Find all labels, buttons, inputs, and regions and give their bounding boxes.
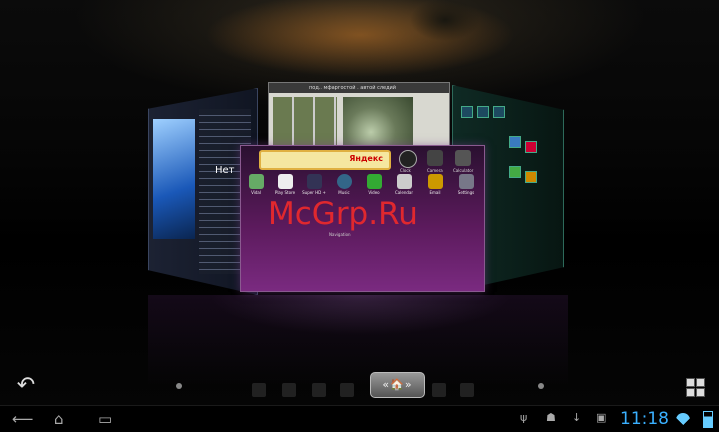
app-video[interactable]: Video: [361, 174, 387, 195]
email-icon: [427, 174, 443, 189]
clock-icon[interactable]: [399, 150, 417, 168]
floor-glow: [210, 295, 510, 385]
page-indicator-dot[interactable]: [538, 383, 544, 389]
dock-item[interactable]: [460, 383, 474, 397]
home-screen-button[interactable]: «🏠»: [370, 372, 425, 398]
app-icon: [525, 171, 537, 183]
app-label: Music: [338, 190, 350, 195]
app-label: Super HD +: [302, 190, 326, 195]
screen-grid-icon[interactable]: [684, 376, 706, 398]
camera-icon[interactable]: [427, 150, 443, 166]
dock-item[interactable]: [312, 383, 326, 397]
folder-label: Navigation: [329, 232, 351, 237]
app-settings[interactable]: Settings: [453, 174, 479, 195]
status-clock: 11:18: [620, 409, 669, 429]
video-player-icon: [306, 174, 322, 189]
app-email[interactable]: Email: [422, 174, 448, 195]
play-store-icon: [277, 174, 293, 189]
page-indicator-dot[interactable]: [176, 383, 182, 389]
battery-app-icon: [248, 174, 264, 189]
calendar-icon: [396, 174, 412, 189]
wallpaper-tree: [385, 0, 495, 60]
recent-apps-icon[interactable]: ▭: [98, 406, 112, 432]
home-outline-icon[interactable]: ⌂: [54, 406, 64, 432]
clock-label: Clock: [400, 168, 411, 173]
watermark-text: McGrp.Ru: [268, 196, 418, 232]
app-vidal[interactable]: Vidal: [243, 174, 269, 195]
grid-cell: [686, 378, 695, 387]
dock-item[interactable]: [340, 383, 354, 397]
app-calendar[interactable]: Calendar: [391, 174, 417, 195]
app-icon: [477, 106, 489, 118]
app-play-store[interactable]: Play Store: [272, 174, 298, 195]
video-icon: [366, 174, 382, 189]
app-label: Video: [368, 190, 380, 195]
app-label: Play Store: [274, 190, 296, 195]
app-label: Calendar: [395, 190, 413, 195]
weather-widget: [153, 119, 195, 239]
back-arrow-icon[interactable]: ⟵: [12, 406, 34, 432]
app-icon: [509, 166, 521, 178]
grid-cell: [696, 388, 705, 397]
app-icon: [525, 141, 537, 153]
dock-item[interactable]: [432, 383, 446, 397]
back-widget-icon[interactable]: ↶: [14, 374, 38, 398]
grid-cell: [696, 378, 705, 387]
android-debug-icon: ☗: [546, 411, 556, 424]
dock-item[interactable]: [282, 383, 296, 397]
search-widget[interactable]: Яндекс: [259, 150, 391, 170]
calculator-icon[interactable]: [455, 150, 471, 166]
app-super-hd[interactable]: Super HD +: [301, 174, 327, 195]
settings-icon: [458, 174, 474, 189]
app-icon: [461, 106, 473, 118]
panel-back-header: под.. мфаргостой . автой следий: [269, 83, 449, 93]
calculator-label: Calculator: [453, 168, 474, 173]
system-bar: ⟵ ⌂ ▭ ψ ☗ ↓ ▣ 11:18: [0, 405, 719, 432]
app-icon: [509, 136, 521, 148]
bag-icon: ▣: [596, 411, 607, 424]
app-label: Settings: [457, 190, 475, 195]
search-logo: Яндекс: [349, 154, 383, 163]
dock-item[interactable]: [252, 383, 266, 397]
app-label: Vidal: [251, 190, 261, 195]
usb-icon: ψ: [520, 411, 528, 424]
music-icon: [336, 174, 352, 189]
app-icon: [493, 106, 505, 118]
battery-icon: [703, 411, 713, 428]
download-icon: ↓: [572, 411, 582, 424]
panel-left-title: Нет: [215, 165, 235, 176]
app-label: Email: [429, 190, 441, 195]
wifi-icon: [676, 413, 690, 425]
grid-cell: [686, 388, 695, 397]
app-music[interactable]: Music: [331, 174, 357, 195]
camera-label: Camera: [427, 168, 443, 173]
app-row: Vidal Play Store Super HD + Music Video …: [241, 174, 484, 198]
